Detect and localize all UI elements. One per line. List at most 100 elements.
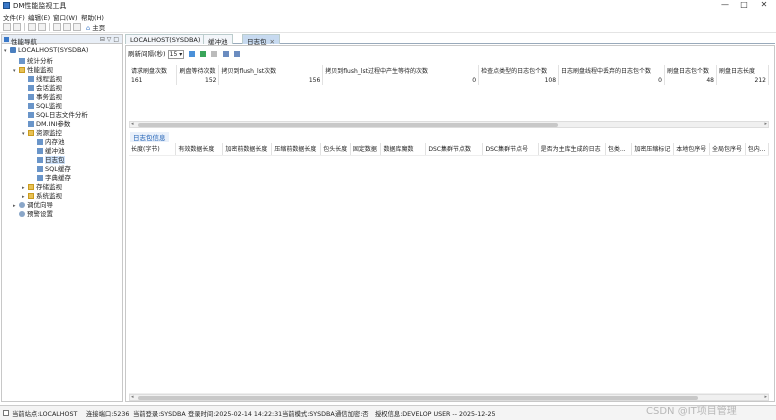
scroll-right-icon[interactable]: ▸: [764, 121, 767, 127]
tree-item[interactable]: ▸ 存储监视: [4, 181, 122, 191]
status-encryption: 通信加密:否: [335, 411, 369, 418]
column-header[interactable]: 包内...: [745, 143, 770, 156]
tree-item[interactable]: 日志包: [4, 154, 122, 164]
status-license: 授权信息:DEVELOP USER -- 2025-12-25: [375, 411, 496, 418]
settings-icon[interactable]: [233, 51, 240, 57]
tab-log-packets[interactable]: 日志包 ✕: [242, 34, 280, 46]
column-header: 刷盘日志包个数: [664, 65, 717, 75]
tree-item[interactable]: SQL日志文件分析: [4, 109, 122, 119]
status-mode: 当前模式:SYSDBA: [282, 411, 335, 418]
stats-horizontal-scrollbar[interactable]: ◂ ▸: [129, 121, 769, 128]
detail-table-body: [129, 156, 769, 394]
home-label: 主页: [92, 24, 106, 32]
menu-bar: 文件(F) 编辑(E) 窗口(W) 帮助(H): [0, 11, 776, 22]
nav-panel-title: 性能导航: [11, 38, 37, 46]
alert-icon: [19, 211, 25, 217]
window-title: DM性能监视工具: [13, 2, 67, 10]
new-icon[interactable]: [3, 23, 11, 31]
pause-icon[interactable]: [211, 51, 218, 57]
scroll-left-icon[interactable]: ◂: [131, 394, 134, 400]
column-header[interactable]: 加密压缩标记: [631, 143, 675, 156]
column-header[interactable]: 长度(字节): [129, 143, 177, 156]
column-header: 日志刷盘线程中丢弃的日志包个数: [558, 65, 665, 75]
tree-item[interactable]: ▸ 调优向导: [4, 199, 122, 209]
scroll-right-icon[interactable]: ▸: [764, 394, 767, 400]
app-icon: [3, 2, 10, 9]
tree-item[interactable]: ▾ LOCALHOST(SYSDBA): [4, 46, 122, 55]
start-icon[interactable]: [200, 51, 207, 57]
tree-item[interactable]: 字典缓存: [4, 172, 122, 182]
column-header[interactable]: 包类...: [605, 143, 633, 156]
toolbar: ⌂ 主页: [0, 21, 776, 33]
refresh-interval-label: 刷新间隔(秒): [128, 50, 166, 58]
title-bar: DM性能监视工具 — □ ✕: [0, 0, 776, 11]
table-header-row: 长度(字节) 有效数据长度 加密前数据长度 压缩前数据长度 包头长度 固定数据 数据库魔数 D…: [129, 143, 770, 156]
scrollbar-thumb[interactable]: [138, 123, 558, 127]
detail-horizontal-scrollbar[interactable]: ◂ ▸: [129, 394, 769, 401]
column-header[interactable]: 压缩前数据长度: [271, 143, 322, 156]
back-icon[interactable]: [53, 23, 61, 31]
column-header[interactable]: DSC集群节点数: [425, 143, 484, 156]
performance-navigation-panel: 性能导航 ⊟ ▽ □ ▾ LOCALHOST(SYSDBA) 统计分析 ▾ 性能监视 线程…: [1, 34, 123, 402]
tree-item[interactable]: 线程监视: [4, 73, 122, 83]
scroll-left-icon[interactable]: ◂: [131, 121, 134, 127]
status-site: 当前站点:LOCALHOST: [12, 411, 78, 418]
tree-item[interactable]: SQL监视: [4, 100, 122, 110]
tree-item[interactable]: 事务监视: [4, 91, 122, 101]
column-header: 拷贝到flush_lst次数: [218, 65, 324, 75]
copy-icon[interactable]: [63, 23, 71, 31]
print-icon[interactable]: [73, 23, 81, 31]
scrollbar-thumb[interactable]: [138, 396, 698, 400]
tree-item[interactable]: 会话监视: [4, 82, 122, 92]
table-cell: 0: [322, 75, 480, 85]
column-header[interactable]: 是否为主库生成的日志: [538, 143, 606, 156]
tree-item[interactable]: SQL缓存: [4, 163, 122, 173]
toolbar-separator: [24, 23, 25, 31]
column-header[interactable]: DSC集群节点号: [482, 143, 539, 156]
database-icon: [10, 47, 16, 53]
nav-panel-buttons[interactable]: ⊟ ▽ □: [100, 36, 119, 43]
disconnect-icon[interactable]: [38, 23, 46, 31]
tree-item[interactable]: 内存池: [4, 136, 122, 146]
refresh-icon[interactable]: [189, 51, 196, 57]
table-cell: 152: [176, 75, 220, 85]
maximize-button[interactable]: □: [737, 0, 751, 10]
tab-localhost[interactable]: LOCALHOST(SYSDBA): [125, 34, 206, 44]
log-packet-detail-table: 长度(字节) 有效数据长度 加密前数据长度 压缩前数据长度 包头长度 固定数据 数据库魔数 D…: [129, 143, 770, 156]
tree-item[interactable]: ▾ 资源监控: [4, 127, 122, 137]
close-button[interactable]: ✕: [757, 0, 771, 10]
table-cell: 161: [129, 75, 178, 85]
column-header[interactable]: 全局包序号: [709, 143, 746, 156]
refresh-interval-select[interactable]: 15 ▾: [167, 50, 185, 59]
tree-item[interactable]: 预警设置: [4, 208, 122, 218]
column-header: 请求刷盘次数: [129, 65, 178, 75]
tree-item[interactable]: ▸ 系统监视: [4, 190, 122, 200]
editor-tabs: LOCALHOST(SYSDBA) 缓冲池 日志包 ✕: [125, 34, 775, 46]
tree-item[interactable]: 统计分析: [4, 55, 122, 65]
table-cell: 48: [664, 75, 717, 85]
export-icon[interactable]: [222, 51, 229, 57]
connect-icon[interactable]: [28, 23, 36, 31]
tree-item-label: 预警设置: [27, 210, 53, 218]
column-header[interactable]: 本地包序号: [673, 143, 710, 156]
column-header: 刷盘等待次数: [176, 65, 220, 75]
column-header[interactable]: 固定数据: [350, 143, 382, 156]
table-row[interactable]: 161 152 156 0 108 0 48 212: [129, 75, 770, 85]
save-icon[interactable]: [13, 23, 21, 31]
tree-item[interactable]: ▾ 性能监视: [4, 64, 122, 74]
tree-item[interactable]: 缓冲池: [4, 145, 122, 155]
tab-buffer-pool[interactable]: 缓冲池: [203, 34, 233, 46]
log-packet-view: 刷新间隔(秒) 15 ▾ 请求刷盘次数 刷盘等待次数 拷贝到flush_lst次…: [125, 45, 775, 402]
section-title: 日志包信息: [130, 132, 169, 142]
refresh-row: 刷新间隔(秒) 15 ▾: [128, 48, 240, 59]
column-header[interactable]: 有效数据长度: [175, 143, 224, 156]
tree-item-label: LOCALHOST(SYSDBA): [18, 46, 89, 54]
tree-item[interactable]: DM.INI参数: [4, 118, 122, 128]
refresh-interval-value: 15: [169, 51, 178, 58]
column-header[interactable]: 包头长度: [320, 143, 351, 156]
home-button[interactable]: ⌂ 主页: [86, 22, 105, 32]
column-header: 拷贝到flush_lst过程中产生等待的次数: [322, 65, 480, 75]
minimize-button[interactable]: —: [718, 0, 732, 10]
column-header[interactable]: 数据库魔数: [380, 143, 427, 156]
column-header[interactable]: 加密前数据长度: [222, 143, 273, 156]
